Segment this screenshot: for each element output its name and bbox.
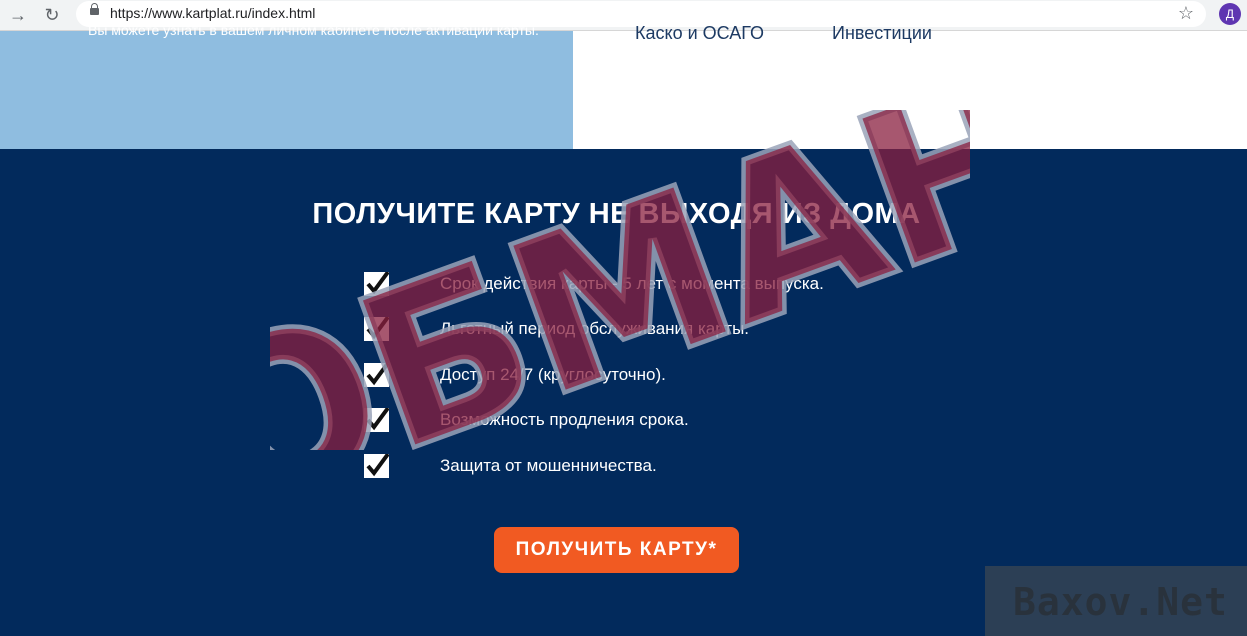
feature-text: Льготный период обслуживания карты. — [440, 319, 750, 338]
forward-icon[interactable]: → — [6, 3, 30, 27]
checkmark-icon — [364, 317, 389, 341]
checkmark-icon — [364, 408, 389, 432]
get-card-button[interactable]: ПОЛУЧИТЬ КАРТУ* — [494, 527, 739, 573]
feature-text: Защита от мошенничества. — [440, 456, 657, 475]
service-link-kasko[interactable]: Каско и ОСАГО — [635, 23, 764, 44]
info-text: Вы можете узнать в вашем личном кабинете… — [88, 22, 539, 38]
lock-icon — [90, 3, 99, 15]
services-panel: Каско и ОСАГО Инвестиции — [573, 23, 1247, 149]
page-title: ПОЛУЧИТЕ КАРТУ НЕ ВЫХОДЯ ИЗ ДОМА — [312, 198, 921, 230]
reload-icon[interactable]: ↻ — [40, 3, 64, 27]
info-panel: Вы можете узнать в вашем личном кабинете… — [0, 22, 573, 149]
watermark-text: Baxov.Net — [1013, 580, 1228, 624]
feature-text: Возможность продления срока. — [440, 410, 689, 429]
feature-item: Защита от мошенничества. — [364, 452, 964, 482]
checkmark-icon — [364, 272, 389, 296]
avatar[interactable]: Д — [1219, 3, 1241, 25]
feature-item: Возможность продления срока. — [364, 406, 964, 436]
star-icon[interactable]: ☆ — [1178, 3, 1194, 24]
feature-item: Доступ 24/7 (круглосуточно). — [364, 361, 964, 391]
checkmark-icon — [364, 454, 389, 478]
checkmark-icon — [364, 363, 389, 387]
watermark: Baxov.Net — [985, 566, 1247, 636]
feature-text: Срок действия карты - 5 лет с момента вы… — [440, 274, 824, 293]
service-link-investments[interactable]: Инвестиции — [832, 23, 932, 44]
feature-item: Льготный период обслуживания карты. — [364, 315, 964, 345]
feature-item: Срок действия карты - 5 лет с момента вы… — [364, 270, 964, 300]
feature-text: Доступ 24/7 (круглосуточно). — [440, 365, 666, 384]
